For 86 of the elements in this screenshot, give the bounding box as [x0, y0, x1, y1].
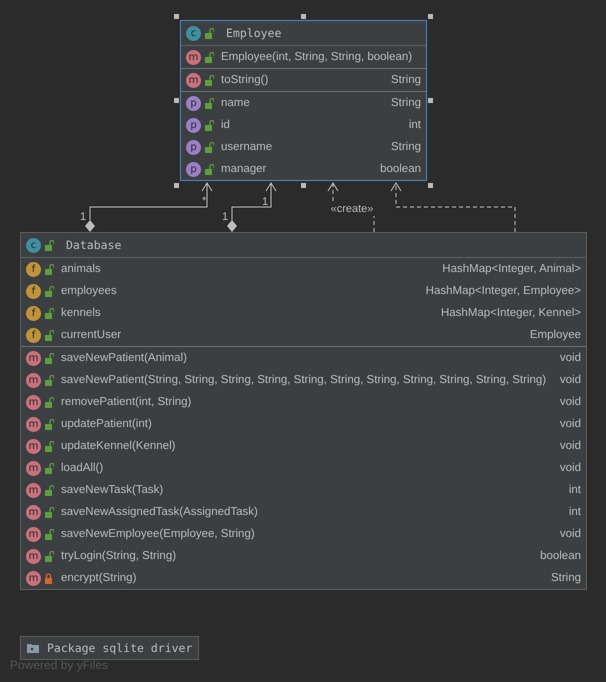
- selection-handle[interactable]: [428, 14, 433, 19]
- aggregation-connector: [227, 182, 276, 232]
- stereotype-label: «create»: [330, 203, 374, 215]
- package-node[interactable]: Package sqlite driver: [20, 636, 200, 660]
- type-label: String: [550, 572, 581, 584]
- method-name: updateKennel(Kennel): [61, 440, 176, 452]
- type-label: int: [568, 506, 581, 518]
- method-icon: m: [26, 526, 41, 542]
- multiplicity-label: 1: [262, 196, 268, 208]
- field-icon: f: [26, 306, 41, 320]
- class-name: Database: [66, 238, 122, 252]
- field-name: currentUser: [61, 329, 122, 341]
- type-label: boolean: [539, 550, 581, 562]
- type-label: void: [558, 462, 581, 474]
- type-label: String: [390, 141, 421, 153]
- type-label: String: [390, 74, 421, 86]
- field-name: employees: [61, 285, 117, 297]
- class-node[interactable]: c Employee m Employee(int, String, String, boolean) m toString() String p name String p id int p username String p manager boolean: [180, 20, 427, 181]
- type-label: int: [408, 119, 421, 131]
- method-icon: m: [26, 570, 41, 586]
- property-name: id: [221, 119, 230, 131]
- property-name: name: [221, 97, 250, 109]
- field-name: animals: [61, 263, 101, 275]
- class-icon: c: [186, 26, 201, 40]
- selection-handle[interactable]: [300, 183, 306, 188]
- method-name: updatePatient(int): [61, 418, 152, 430]
- selection-handle[interactable]: [300, 14, 306, 19]
- class-node[interactable]: [20, 232, 587, 590]
- type-label: void: [558, 418, 581, 430]
- method-icon: m: [26, 482, 41, 498]
- type-label: void: [558, 352, 581, 364]
- method-icon: m: [26, 350, 41, 366]
- method-icon: m: [26, 548, 41, 564]
- type-label: HashMap<Integer, Kennel>: [440, 307, 581, 319]
- property-name: username: [221, 141, 272, 153]
- multiplicity-label: *: [202, 195, 206, 207]
- type-label: String: [390, 97, 421, 109]
- method-name: Employee(int, String, String, boolean): [221, 51, 412, 63]
- method-name: saveNewEmployee(Employee, String): [61, 528, 255, 540]
- field-icon: f: [26, 284, 41, 298]
- property-icon: p: [186, 96, 201, 110]
- method-name: removePatient(int, String): [61, 396, 192, 408]
- property-icon: p: [186, 118, 201, 132]
- multiplicity-label: 1: [80, 211, 86, 223]
- property-icon: p: [186, 140, 201, 154]
- property-name: manager: [221, 163, 266, 175]
- method-name: saveNewTask(Task): [61, 484, 164, 496]
- property-icon: p: [186, 162, 201, 176]
- type-label: HashMap<Integer, Employee>: [424, 285, 581, 297]
- method-name: saveNewPatient(String, String, String, String, String, String, String, String, String, String, String): [61, 374, 546, 386]
- type-label: void: [558, 528, 581, 540]
- method-name: tryLogin(String, String): [61, 550, 176, 562]
- type-label: void: [558, 374, 581, 386]
- type-label: boolean: [379, 163, 421, 175]
- method-name: toString(): [221, 74, 268, 86]
- selection-handle[interactable]: [428, 183, 433, 188]
- type-label: Employee: [528, 329, 581, 341]
- selection-handle[interactable]: [174, 183, 179, 188]
- field-icon: f: [26, 328, 41, 342]
- folder-icon: [27, 643, 39, 653]
- type-label: int: [568, 484, 581, 496]
- field-name: kennels: [61, 307, 101, 319]
- method-name: encrypt(String): [61, 572, 136, 584]
- method-name: saveNewPatient(Animal): [61, 352, 187, 364]
- type-label: HashMap<Integer, Animal>: [441, 263, 581, 275]
- type-label: void: [558, 440, 581, 452]
- method-icon: m: [186, 50, 201, 64]
- package-name: Package sqlite driver: [47, 641, 192, 655]
- method-icon: m: [186, 72, 201, 88]
- multiplicity-label: 1: [222, 211, 228, 223]
- class-icon: c: [26, 238, 41, 252]
- selection-handle[interactable]: [428, 98, 433, 103]
- method-icon: m: [26, 394, 41, 410]
- method-icon: m: [26, 438, 41, 454]
- method-name: loadAll(): [61, 462, 104, 474]
- method-icon: m: [26, 504, 41, 520]
- type-label: void: [558, 396, 581, 408]
- field-icon: f: [26, 262, 41, 276]
- method-name: saveNewAssignedTask(AssignedTask): [61, 506, 258, 518]
- method-icon: m: [26, 372, 41, 388]
- class-name: Employee: [226, 26, 282, 40]
- method-icon: m: [26, 460, 41, 476]
- selection-handle[interactable]: [174, 98, 179, 103]
- dependency-connector: [328, 182, 374, 232]
- method-icon: m: [26, 416, 41, 432]
- selection-handle[interactable]: [174, 14, 179, 19]
